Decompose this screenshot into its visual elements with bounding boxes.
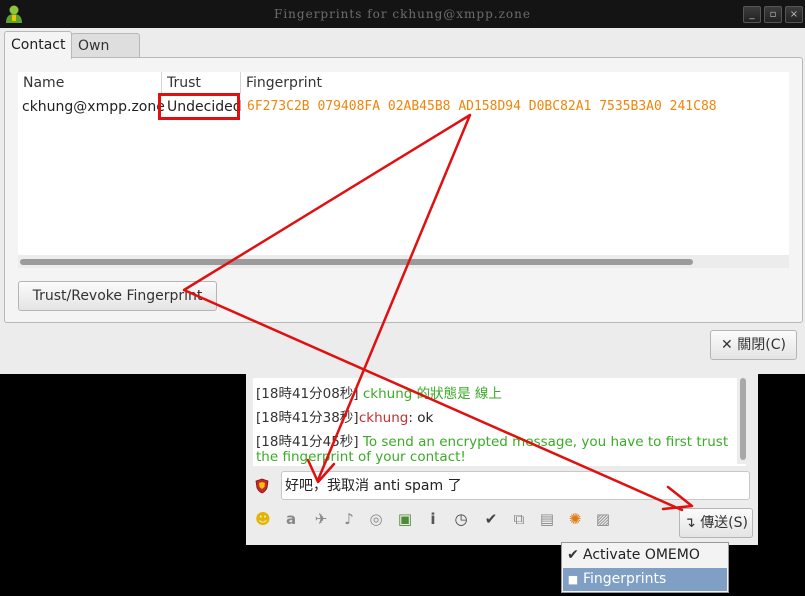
smiley-icon[interactable]: ☻: [252, 508, 274, 530]
chat-window: [18時41分08秒] ckhung 的狀態是 線上 [18時41分38秒] c…: [246, 374, 758, 545]
info-icon[interactable]: i: [422, 508, 444, 530]
tab-own-devices[interactable]: Own Devices: [71, 33, 141, 78]
column-header-fingerprint[interactable]: Fingerprint: [240, 72, 786, 94]
scrollbar-thumb[interactable]: [20, 259, 693, 265]
send-button[interactable]: ↴ 傳送(S): [679, 508, 753, 538]
message-input[interactable]: 好吧，我取消 anti spam 了: [281, 471, 750, 500]
log-nick: ckhung: [358, 410, 409, 426]
horizontal-scrollbar[interactable]: [18, 255, 789, 268]
send-button-label: 傳送(S): [700, 515, 748, 531]
trust-revoke-button[interactable]: Trust/Revoke Fingerprint: [18, 281, 217, 311]
tab-pane-contact: Name Trust Fingerprint ckhung@xmpp.zone …: [4, 57, 803, 323]
log-line: [18時41分08秒] ckhung 的狀態是 線上: [256, 382, 502, 402]
history-clock-icon[interactable]: ◷: [450, 508, 472, 530]
log-line: [18時41分45秒] To send an encrypted message…: [256, 430, 728, 450]
send-arrow-icon: ↴: [684, 515, 696, 531]
log-status-text: ckhung 的狀態是 線上: [362, 386, 502, 402]
screenshot-icon[interactable]: ⧉: [508, 508, 530, 530]
lock-icon: ■: [567, 573, 579, 586]
checkmark-icon[interactable]: ✔: [480, 508, 502, 530]
highlight-box: [158, 93, 240, 120]
font-icon[interactable]: a: [280, 508, 302, 530]
close-button-label: 關閉(C): [737, 337, 786, 353]
microphone-icon[interactable]: ♪: [338, 508, 360, 530]
checkmark-icon: ✔: [567, 547, 579, 563]
title-bar[interactable]: Fingerprints for ckhung@xmpp.zone _ ▫ ×: [0, 0, 805, 28]
close-button[interactable]: ✕ 關閉(C): [710, 330, 797, 360]
column-header-trust[interactable]: Trust: [161, 72, 241, 94]
image-icon[interactable]: ▨: [592, 508, 614, 530]
cell-name: ckhung@xmpp.zone: [22, 99, 165, 115]
log-warning-text: To send an encrypted message, you have t…: [362, 434, 729, 450]
log-message: : ok: [408, 410, 434, 426]
window-title: Fingerprints for ckhung@xmpp.zone: [274, 7, 531, 21]
chat-bubble-icon[interactable]: ▣: [394, 508, 416, 530]
log-line: [18時41分38秒] ckhung: ok: [256, 406, 433, 426]
tab-contact[interactable]: Contact: [4, 31, 73, 59]
contact-card-icon[interactable]: ▤: [536, 508, 558, 530]
menu-item-activate-omemo[interactable]: ✔ Activate OMEMO: [563, 544, 727, 567]
maximize-icon[interactable]: ▫: [764, 6, 782, 23]
close-x-icon: ✕: [721, 337, 733, 353]
vertical-scrollbar[interactable]: [737, 378, 749, 464]
log-timestamp: [18時41分38秒]: [256, 410, 359, 426]
column-header-name[interactable]: Name: [18, 72, 160, 94]
omemo-popup-menu: ✔ Activate OMEMO ■ Fingerprints: [561, 542, 729, 593]
menu-item-label: Fingerprints: [583, 571, 667, 587]
minimize-icon[interactable]: _: [743, 6, 761, 23]
menu-item-fingerprints[interactable]: ■ Fingerprints: [563, 568, 727, 591]
log-warning-text-cont: the fingerprint of your contact!: [256, 449, 466, 465]
video-icon[interactable]: ◎: [365, 508, 387, 530]
log-timestamp: [18時41分45秒]: [256, 434, 359, 450]
omemo-fish-icon[interactable]: ✺: [564, 508, 586, 530]
fingerprints-dialog: Fingerprints for ckhung@xmpp.zone _ ▫ × …: [0, 0, 805, 374]
fingerprint-table: Name Trust Fingerprint ckhung@xmpp.zone …: [18, 72, 789, 268]
conversation-log: [18時41分08秒] ckhung 的狀態是 線上 [18時41分38秒] c…: [253, 378, 746, 466]
encryption-shield-icon[interactable]: [255, 478, 269, 494]
log-timestamp: [18時41分08秒]: [256, 386, 359, 402]
close-icon[interactable]: ×: [785, 6, 803, 23]
cell-fingerprint: 6F273C2B 079408FA 02AB45B8 AD158D94 D0BC…: [247, 99, 717, 114]
send-file-icon[interactable]: ✈: [310, 508, 332, 530]
scrollbar-thumb[interactable]: [740, 378, 746, 460]
menu-item-label: Activate OMEMO: [583, 547, 700, 563]
